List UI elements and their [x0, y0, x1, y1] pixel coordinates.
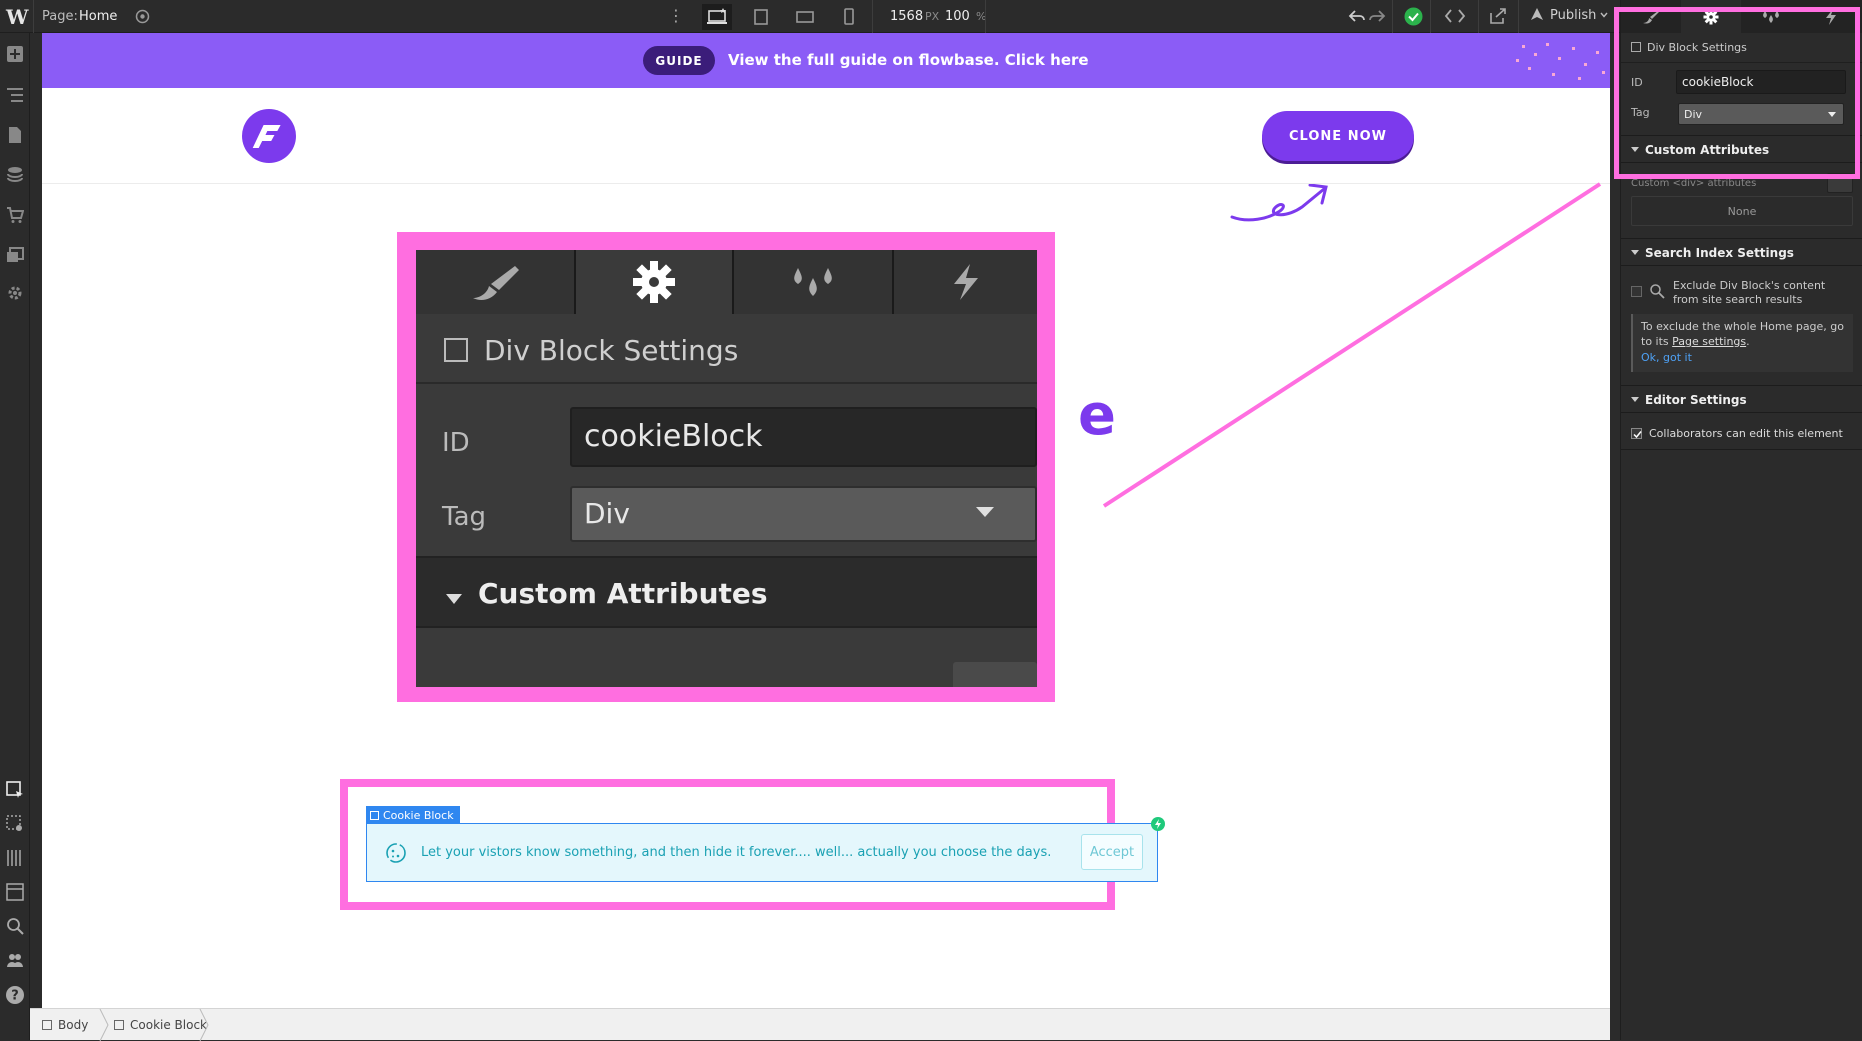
cookie-icon: [385, 842, 407, 864]
zoom-id-label: ID: [442, 428, 470, 458]
cookie-block-selection-tag[interactable]: Cookie Block: [366, 806, 460, 823]
exclude-notice: To exclude the whole Home page, go to it…: [1631, 314, 1853, 372]
zoom-tab-interactions: [734, 250, 894, 314]
checkbox-icon: [444, 338, 468, 362]
zoom-id-value: cookieBlock: [570, 407, 1037, 467]
zoom-tab-settings: [576, 250, 734, 314]
bolt-icon: [953, 264, 978, 300]
accept-button[interactable]: Accept: [1081, 834, 1143, 870]
div-block-icon: [370, 810, 379, 820]
check-icon: [1633, 431, 1642, 439]
exclude-label: Exclude Div Block's content from site se…: [1673, 279, 1826, 306]
cookie-block-tag-label: Cookie Block: [383, 808, 454, 822]
ok-got-it-link[interactable]: Ok, got it: [1641, 350, 1845, 365]
zoom-settings-header: Div Block Settings: [416, 314, 1037, 384]
gear-icon: [633, 261, 675, 303]
div-block-icon: [114, 1020, 124, 1030]
collaborators-label: Collaborators can edit this element: [1649, 427, 1843, 440]
zoom-tab-style: [416, 250, 576, 314]
zoom-tabs: [416, 250, 1037, 314]
search-exclude-icon: [1649, 283, 1665, 299]
caret-down-icon: [446, 594, 462, 604]
breadcrumb-body[interactable]: Body: [42, 1018, 88, 1032]
caret-down-icon: [976, 507, 994, 517]
notice-text-end: .: [1746, 335, 1750, 348]
cookie-block[interactable]: Let your vistors know something, and the…: [366, 823, 1158, 882]
editor-settings-title: Editor Settings: [1645, 393, 1747, 407]
zoom-tab-lightning: [894, 250, 1037, 314]
breadcrumb-label: Body: [58, 1018, 89, 1032]
breadcrumb-separator: [99, 1009, 109, 1041]
breadcrumb-separator: [199, 1009, 209, 1041]
custom-div-attributes-label: Custom <div> attributes: [1631, 178, 1757, 187]
editor-settings-section[interactable]: Editor Settings: [1621, 385, 1862, 413]
zoom-callout: Div Block Settings ID cookieBlock Tag Di…: [416, 250, 1037, 687]
breadcrumb-cookie-block[interactable]: Cookie Block: [114, 1018, 207, 1032]
body-icon: [42, 1020, 52, 1030]
panel-highlight-frame: [1614, 7, 1860, 179]
breadcrumb-bar: Body Cookie Block: [30, 1008, 1610, 1041]
breadcrumb-label: Cookie Block: [130, 1018, 207, 1032]
zoom-tag-value: Div: [570, 486, 1037, 542]
search-index-title: Search Index Settings: [1645, 246, 1794, 260]
divider: [1621, 449, 1862, 450]
caret-down-icon: [1631, 250, 1639, 255]
zoom-custom-attributes-title: Custom Attributes: [478, 577, 768, 610]
interaction-bolt-icon[interactable]: [1151, 817, 1165, 831]
cookie-message: Let your vistors know something, and the…: [421, 845, 1052, 860]
zoom-add-attr-button: [953, 662, 1037, 687]
exclude-checkbox[interactable]: [1631, 286, 1642, 297]
zoom-settings-title: Div Block Settings: [484, 334, 739, 367]
brush-icon: [473, 266, 519, 300]
zoom-custom-attributes: Custom Attributes: [416, 556, 1037, 628]
attributes-empty-state: None: [1631, 196, 1853, 226]
caret-down-icon: [1631, 397, 1639, 402]
zoom-tag-label: Tag: [442, 502, 487, 532]
drops-icon: [794, 268, 832, 296]
page-settings-link[interactable]: Page settings: [1672, 335, 1746, 348]
collaborators-checkbox[interactable]: [1631, 428, 1642, 439]
search-index-section[interactable]: Search Index Settings: [1621, 238, 1862, 266]
